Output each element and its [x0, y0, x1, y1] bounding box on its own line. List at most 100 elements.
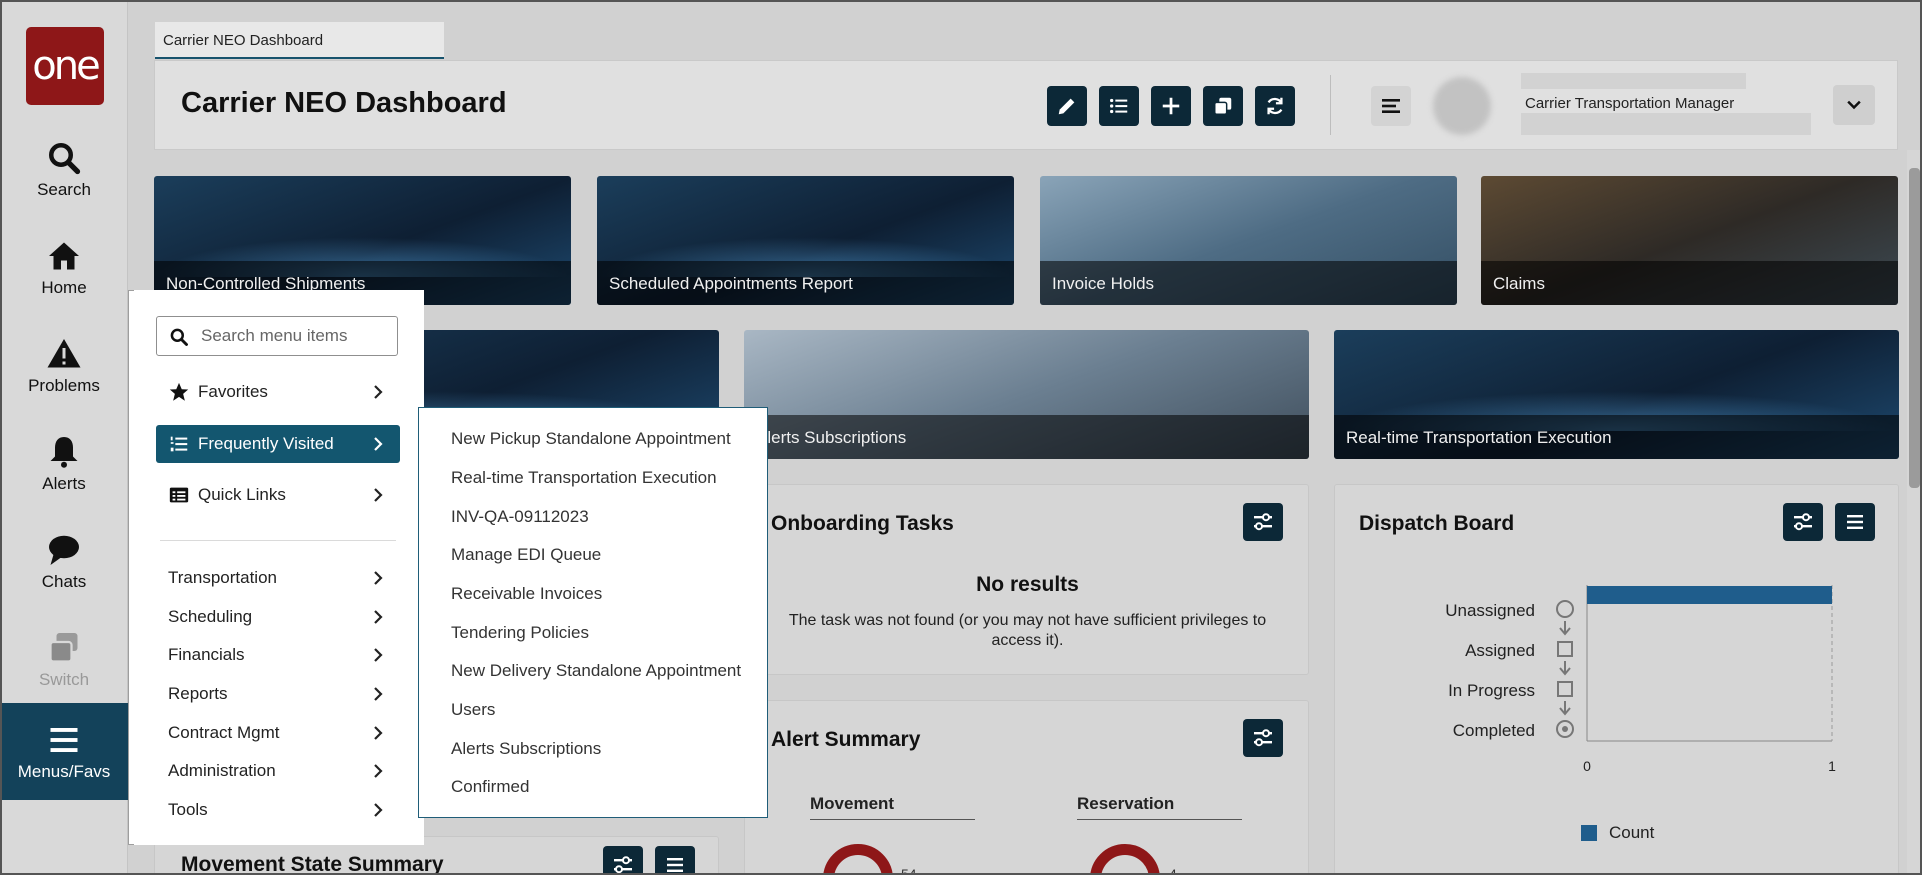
list-icon — [1110, 98, 1128, 114]
chevron-right-icon — [374, 687, 383, 701]
hamburger-icon — [1847, 515, 1863, 529]
numbered-list-icon — [170, 436, 188, 452]
tile-label: Claims — [1481, 261, 1898, 305]
search-icon — [170, 328, 188, 346]
page-header: Carrier NEO Dashboard Carrier Transporta… — [154, 60, 1898, 150]
chevron-down-icon — [1847, 100, 1861, 110]
movement-donut[interactable] — [823, 844, 893, 875]
menu-item-label: Quick Links — [198, 485, 286, 504]
alert-summary-filter-button[interactable] — [1243, 719, 1283, 757]
menu-section-transportation[interactable]: Transportation — [156, 559, 400, 597]
submenu-item[interactable]: New Delivery Standalone Appointment — [451, 661, 741, 681]
user-dropdown-button[interactable] — [1833, 85, 1875, 125]
sliders-icon — [1254, 729, 1272, 747]
menu-section-financials[interactable]: Financials — [156, 636, 400, 674]
status-flow-icons — [1556, 600, 1574, 738]
tile-claims[interactable]: Claims — [1481, 176, 1898, 305]
submenu-item[interactable]: Manage EDI Queue — [451, 545, 601, 565]
tile-invoice-holds[interactable]: Invoice Holds — [1040, 176, 1457, 305]
chevron-right-icon — [374, 437, 383, 451]
menu-search-box[interactable] — [156, 316, 398, 356]
menu-item-frequently-visited[interactable]: Frequently Visited — [156, 425, 400, 463]
menu-section-contract-mgmt[interactable]: Contract Mgmt — [156, 714, 400, 752]
chevron-right-icon — [374, 488, 383, 502]
category-label: Completed — [1452, 721, 1535, 740]
submenu-item[interactable]: New Pickup Standalone Appointment — [451, 429, 731, 449]
movement-menu-button[interactable] — [655, 846, 695, 875]
square-icon — [1557, 641, 1573, 657]
reservation-value: 4 — [1169, 866, 1177, 875]
rail-switch[interactable]: Switch — [0, 620, 128, 700]
rail-home[interactable]: Home — [0, 228, 128, 308]
submenu-item[interactable]: Alerts Subscriptions — [451, 739, 601, 759]
reservation-column-header: Reservation — [1077, 794, 1242, 820]
copy-icon — [1214, 97, 1232, 115]
plus-icon — [1162, 97, 1180, 115]
reservation-donut[interactable] — [1090, 844, 1160, 875]
tile-non-controlled-shipments[interactable]: Non-Controlled Shipments — [154, 176, 571, 305]
user-role: Carrier Transportation Manager — [1525, 95, 1735, 112]
menu-search-input[interactable] — [201, 325, 391, 347]
rail-alerts[interactable]: Alerts — [0, 424, 128, 504]
frequently-visited-submenu: New Pickup Standalone Appointment Real-t… — [418, 407, 768, 818]
add-button[interactable] — [1151, 86, 1191, 126]
tile-scheduled-appointments-report[interactable]: Scheduled Appointments Report — [597, 176, 1014, 305]
dispatch-filter-button[interactable] — [1783, 503, 1823, 541]
chevron-right-icon — [374, 803, 383, 817]
rail-menus-favs[interactable]: Menus/Favs — [0, 703, 128, 800]
dispatch-chart: 0 1 — [1583, 585, 1836, 774]
menu-item-favorites[interactable]: Favorites — [156, 373, 400, 411]
menu-section-tools[interactable]: Tools — [156, 791, 400, 829]
app-logo[interactable]: one — [26, 27, 104, 105]
chart-legend[interactable]: Count — [1581, 823, 1654, 843]
bar-unassigned[interactable] — [1587, 586, 1832, 604]
avatar[interactable] — [1433, 77, 1491, 135]
rail-label: Search — [37, 180, 91, 199]
menu-section-scheduling[interactable]: Scheduling — [156, 598, 400, 636]
submenu-item[interactable]: Tendering Policies — [451, 623, 589, 643]
panel-title: Dispatch Board — [1359, 512, 1515, 535]
arrow-down-icon — [1559, 621, 1571, 636]
submenu-item[interactable]: Real-time Transportation Execution — [451, 468, 717, 488]
refresh-icon — [1267, 97, 1283, 115]
home-icon — [49, 242, 79, 270]
tile-alerts-subscriptions[interactable]: Alerts Subscriptions — [744, 330, 1309, 459]
hamburger-icon — [667, 858, 683, 872]
onboarding-filter-button[interactable] — [1243, 503, 1283, 541]
redacted-user-detail — [1521, 113, 1811, 135]
tile-label: Invoice Holds — [1040, 261, 1457, 305]
rail-label: Menus/Favs — [17, 761, 111, 781]
submenu-item[interactable]: INV-QA-09112023 — [451, 507, 589, 527]
empty-title: No results — [976, 573, 1079, 596]
rail-label: Alerts — [42, 474, 86, 493]
tile-real-time-transportation-execution[interactable]: Real-time Transportation Execution — [1334, 330, 1899, 459]
refresh-button[interactable] — [1255, 86, 1295, 126]
header-menu-button[interactable] — [1371, 86, 1411, 126]
dispatch-board-panel: Dispatch Board Unassigned Assigned In Pr… — [1334, 484, 1899, 875]
submenu-item[interactable]: Receivable Invoices — [451, 584, 602, 604]
square-icon — [1557, 681, 1573, 697]
list-button[interactable] — [1099, 86, 1139, 126]
rail-search[interactable]: Search — [0, 130, 128, 210]
tab-dashboard[interactable]: Carrier NEO Dashboard — [155, 22, 444, 59]
menu-section-label: Contract Mgmt — [168, 723, 280, 742]
rail-problems[interactable]: Problems — [0, 326, 128, 406]
rail-chats[interactable]: Chats — [0, 522, 128, 602]
hamburger-icon — [1382, 99, 1400, 113]
menu-item-label: Frequently Visited — [198, 434, 334, 453]
menu-section-reports[interactable]: Reports — [156, 675, 400, 713]
dispatch-menu-button[interactable] — [1835, 503, 1875, 541]
scrollbar-thumb[interactable] — [1909, 168, 1920, 488]
submenu-item[interactable]: Users — [451, 700, 495, 720]
edit-button[interactable] — [1047, 86, 1087, 126]
menu-item-quick-links[interactable]: Quick Links — [156, 476, 400, 514]
menu-section-administration[interactable]: Administration — [156, 752, 400, 790]
movement-filter-button[interactable] — [603, 846, 643, 875]
submenu-item[interactable]: Confirmed — [451, 777, 529, 797]
chevron-right-icon — [374, 726, 383, 740]
tile-label: Scheduled Appointments Report — [597, 261, 1014, 305]
chat-icon — [49, 535, 79, 565]
warning-icon — [47, 339, 81, 368]
menu-divider — [160, 540, 396, 541]
copy-button[interactable] — [1203, 86, 1243, 126]
